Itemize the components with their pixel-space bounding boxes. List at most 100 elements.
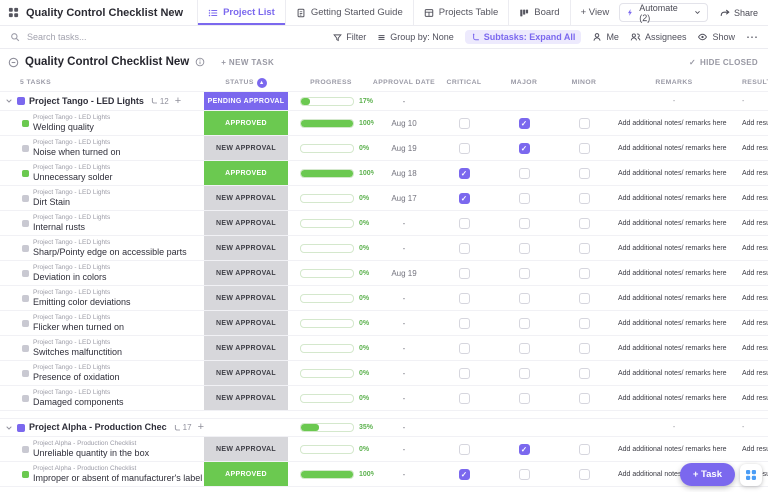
- major-checkbox[interactable]: [519, 318, 530, 329]
- add-task-fab[interactable]: + Task: [680, 463, 735, 486]
- approval-date-cell[interactable]: -: [374, 419, 434, 436]
- approval-date-cell[interactable]: -: [374, 92, 434, 110]
- results-cell[interactable]: Add results here: [734, 437, 768, 461]
- column-header-results[interactable]: RESULTS: [734, 79, 768, 86]
- results-cell[interactable]: Add results here: [734, 111, 768, 135]
- task-status-bullet[interactable]: [22, 471, 29, 478]
- collapse-list-icon[interactable]: [8, 57, 19, 68]
- table-row[interactable]: Project Tango - LED Lights 12 + PENDING …: [0, 92, 768, 111]
- show-button[interactable]: Show: [697, 32, 735, 42]
- search-input[interactable]: [25, 31, 139, 43]
- tab-board[interactable]: Board: [508, 0, 569, 25]
- task-status-bullet[interactable]: [22, 220, 29, 227]
- task-name[interactable]: Improper or absent of manufacturer's lab…: [33, 473, 202, 484]
- remarks-cell[interactable]: Add additional notes/ remarks here: [614, 386, 734, 410]
- table-row[interactable]: Project Tango - LED Lights Dirt Stain NE…: [0, 186, 768, 211]
- status-cell[interactable]: APPROVED: [204, 161, 288, 185]
- task-status-bullet[interactable]: [22, 345, 29, 352]
- subtask-count-badge[interactable]: 12: [150, 97, 169, 106]
- assignees-button[interactable]: Assignees: [630, 32, 687, 42]
- approval-date-cell[interactable]: Aug 10: [374, 111, 434, 135]
- minor-checkbox[interactable]: [579, 469, 590, 480]
- minor-checkbox[interactable]: [579, 218, 590, 229]
- apps-launcher-button[interactable]: [740, 464, 762, 486]
- minor-checkbox[interactable]: [579, 293, 590, 304]
- share-button[interactable]: Share: [720, 8, 758, 18]
- table-row[interactable]: Project Alpha - Production Checklist 17 …: [0, 418, 768, 437]
- critical-checkbox[interactable]: [459, 393, 470, 404]
- expand-chevron-icon[interactable]: [5, 424, 13, 432]
- major-checkbox[interactable]: [519, 168, 530, 179]
- results-cell[interactable]: Add results here: [734, 336, 768, 360]
- approval-date-cell[interactable]: -: [374, 336, 434, 360]
- major-checkbox[interactable]: [519, 193, 530, 204]
- status-cell[interactable]: NEW APPROVAL: [204, 311, 288, 335]
- table-row[interactable]: Project Tango - LED Lights Unnecessary s…: [0, 161, 768, 186]
- minor-checkbox[interactable]: [579, 444, 590, 455]
- task-status-bullet[interactable]: [22, 270, 29, 277]
- remarks-cell[interactable]: Add additional notes/ remarks here: [614, 211, 734, 235]
- add-subtask-icon[interactable]: +: [175, 96, 181, 107]
- minor-checkbox[interactable]: [579, 168, 590, 179]
- tab-project-list[interactable]: Project List: [197, 0, 285, 25]
- minor-checkbox[interactable]: [579, 393, 590, 404]
- task-status-bullet[interactable]: [22, 245, 29, 252]
- minor-checkbox[interactable]: [579, 318, 590, 329]
- task-status-bullet[interactable]: [22, 320, 29, 327]
- critical-checkbox[interactable]: [459, 143, 470, 154]
- task-name[interactable]: Deviation in colors: [33, 272, 110, 283]
- grid-menu-icon[interactable]: [8, 7, 19, 18]
- task-status-bullet[interactable]: [22, 295, 29, 302]
- status-cell[interactable]: APPROVED: [204, 462, 288, 486]
- status-cell[interactable]: NEW APPROVAL: [204, 286, 288, 310]
- more-options-icon[interactable]: ⋯: [746, 31, 758, 43]
- critical-checkbox[interactable]: [459, 193, 470, 204]
- sort-ascending-icon[interactable]: ▲: [257, 78, 267, 88]
- results-cell[interactable]: Add results here: [734, 286, 768, 310]
- table-row[interactable]: Project Tango - LED Lights Noise when tu…: [0, 136, 768, 161]
- status-cell[interactable]: NEW APPROVAL: [204, 136, 288, 160]
- results-cell[interactable]: Add results here: [734, 186, 768, 210]
- task-status-bullet[interactable]: [22, 120, 29, 127]
- table-row[interactable]: Project Tango - LED Lights Switches malf…: [0, 336, 768, 361]
- status-cell[interactable]: NEW APPROVAL: [204, 236, 288, 260]
- results-cell[interactable]: Add results here: [734, 386, 768, 410]
- remarks-cell[interactable]: Add additional notes/ remarks here: [614, 261, 734, 285]
- remarks-cell[interactable]: Add additional notes/ remarks here: [614, 161, 734, 185]
- table-row[interactable]: Project Tango - LED Lights Damaged compo…: [0, 386, 768, 411]
- major-checkbox[interactable]: [519, 343, 530, 354]
- minor-checkbox[interactable]: [579, 368, 590, 379]
- remarks-cell[interactable]: Add additional notes/ remarks here: [614, 311, 734, 335]
- column-header-major[interactable]: MAJOR: [494, 79, 554, 86]
- remarks-cell[interactable]: -: [614, 419, 734, 436]
- remarks-cell[interactable]: Add additional notes/ remarks here: [614, 136, 734, 160]
- task-name[interactable]: Unnecessary solder: [33, 172, 113, 183]
- task-name[interactable]: Switches malfunctition: [33, 347, 122, 358]
- minor-checkbox[interactable]: [579, 268, 590, 279]
- status-cell[interactable]: [204, 419, 288, 436]
- results-cell[interactable]: Add results here: [734, 361, 768, 385]
- approval-date-cell[interactable]: Aug 19: [374, 136, 434, 160]
- task-status-bullet[interactable]: [17, 97, 25, 105]
- approval-date-cell[interactable]: -: [374, 236, 434, 260]
- task-name[interactable]: Sharp/Pointy edge on accessible parts: [33, 247, 187, 258]
- major-checkbox[interactable]: [519, 444, 530, 455]
- approval-date-cell[interactable]: -: [374, 462, 434, 486]
- info-icon[interactable]: [195, 57, 205, 67]
- critical-checkbox[interactable]: [459, 268, 470, 279]
- task-name[interactable]: Damaged components: [33, 397, 124, 408]
- me-filter-button[interactable]: Me: [592, 32, 619, 42]
- task-status-bullet[interactable]: [22, 446, 29, 453]
- table-row[interactable]: Project Tango - LED Lights Flicker when …: [0, 311, 768, 336]
- major-checkbox[interactable]: [519, 469, 530, 480]
- task-name[interactable]: Noise when turned on: [33, 147, 121, 158]
- table-row[interactable]: Project Tango - LED Lights Emitting colo…: [0, 286, 768, 311]
- minor-checkbox[interactable]: [579, 143, 590, 154]
- remarks-cell[interactable]: Add additional notes/ remarks here: [614, 236, 734, 260]
- minor-checkbox[interactable]: [579, 118, 590, 129]
- approval-date-cell[interactable]: -: [374, 386, 434, 410]
- approval-date-cell[interactable]: -: [374, 211, 434, 235]
- subtasks-expand-button[interactable]: Subtasks: Expand All: [465, 30, 582, 44]
- task-name[interactable]: Project Tango - LED Lights: [29, 96, 144, 107]
- status-cell[interactable]: NEW APPROVAL: [204, 386, 288, 410]
